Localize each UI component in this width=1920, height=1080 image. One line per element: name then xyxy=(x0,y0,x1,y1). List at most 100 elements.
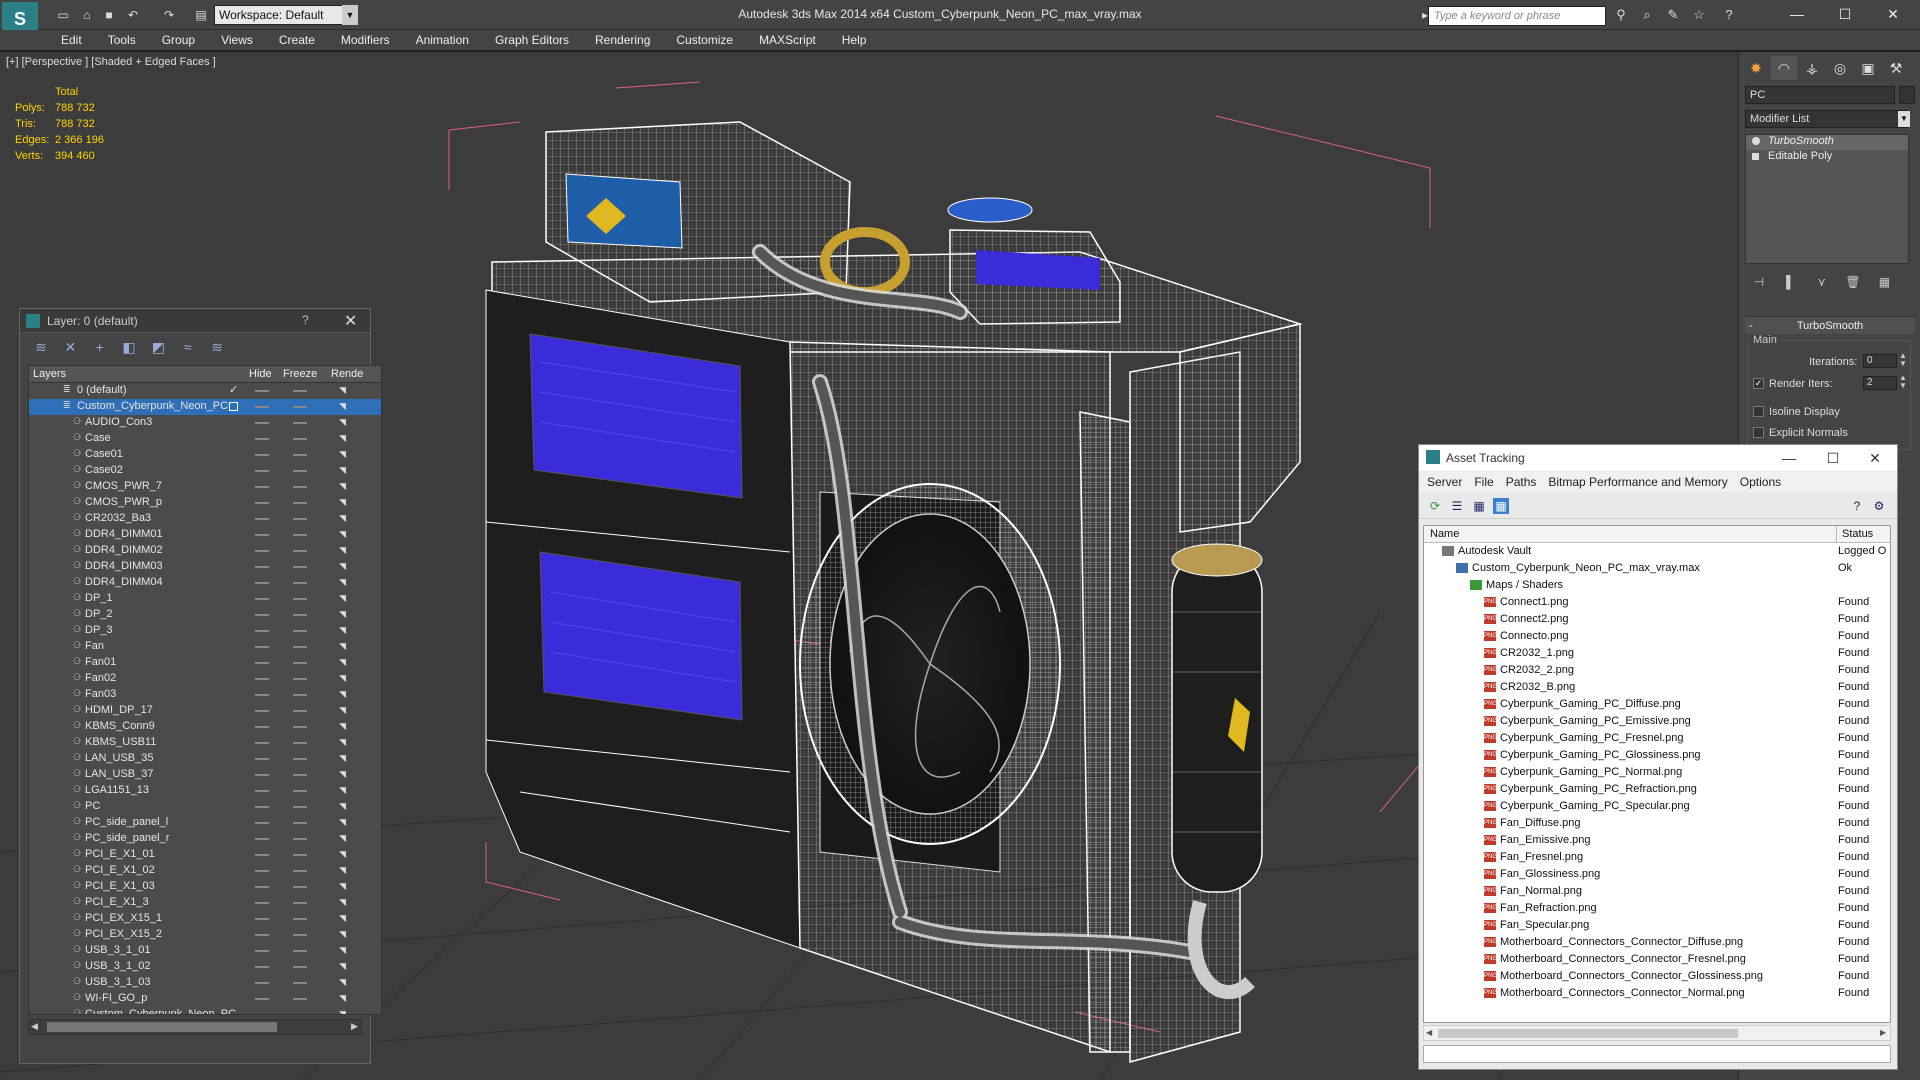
layer-row[interactable]: ⚆ DDR4_DIMM02 ◥ xyxy=(29,543,381,559)
select-objects-icon[interactable]: ◧ xyxy=(116,339,142,356)
layer-row[interactable]: ⚆ Fan03 ◥ xyxy=(29,687,381,703)
asset-row[interactable]: PNG Connect1.png Found xyxy=(1424,594,1890,611)
asset-row[interactable]: PNG Cyberpunk_Gaming_PC_Specular.png Found xyxy=(1424,798,1890,815)
asset-row[interactable]: Maps / Shaders xyxy=(1424,577,1890,594)
render-teapot-icon[interactable]: ◥ xyxy=(339,417,351,428)
layer-row[interactable]: ⚆ USB_3_1_01 ◥ xyxy=(29,943,381,959)
menu-maxscript[interactable]: MAXScript xyxy=(746,30,829,50)
freeze-toggle[interactable] xyxy=(293,774,307,776)
col-status[interactable]: Status xyxy=(1842,528,1873,540)
hide-toggle[interactable] xyxy=(255,822,269,824)
close-icon[interactable]: ✕ xyxy=(344,311,357,331)
layer-row[interactable]: ⚆ CMOS_PWR_7 ◥ xyxy=(29,479,381,495)
render-teapot-icon[interactable]: ◥ xyxy=(339,705,351,716)
undo-icon[interactable]: ↶ xyxy=(124,6,142,24)
freeze-toggle[interactable] xyxy=(293,854,307,856)
menu-paths[interactable]: Paths xyxy=(1500,472,1543,492)
stack-item-editable-poly[interactable]: Editable Poly xyxy=(1746,150,1908,165)
freeze-toggle[interactable] xyxy=(293,582,307,584)
star-icon[interactable]: ☆ xyxy=(1690,7,1708,23)
layer-row[interactable]: ⚆ PCI_E_X1_3 ◥ xyxy=(29,895,381,911)
hide-toggle[interactable] xyxy=(255,934,269,936)
workspace-dropdown[interactable]: Workspace: Default xyxy=(214,5,354,25)
layer-row[interactable]: ⚆ DP_3 ◥ xyxy=(29,623,381,639)
scroll-left-icon[interactable]: ◀ xyxy=(31,1021,38,1032)
freeze-toggle[interactable] xyxy=(293,550,307,552)
close-icon[interactable]: ✕ xyxy=(1855,447,1895,469)
layer-row[interactable]: ⚆ WI-FI_GO_p ◥ xyxy=(29,991,381,1007)
tree-view-icon[interactable]: ▦ xyxy=(1471,498,1487,514)
freeze-toggle[interactable] xyxy=(293,886,307,888)
set-current-box-icon[interactable] xyxy=(229,402,238,411)
hide-toggle[interactable] xyxy=(255,742,269,744)
freeze-toggle[interactable] xyxy=(293,950,307,952)
hide-toggle[interactable] xyxy=(255,966,269,968)
layer-row[interactable]: ⚆ USB_3_1_03 ◥ xyxy=(29,975,381,991)
render-teapot-icon[interactable]: ◥ xyxy=(339,945,351,956)
hide-toggle[interactable] xyxy=(255,614,269,616)
iterations-spinner[interactable]: 0 xyxy=(1863,354,1897,368)
render-teapot-icon[interactable]: ◥ xyxy=(339,801,351,812)
lightbulb-icon[interactable] xyxy=(1752,137,1760,145)
layer-row[interactable]: ⚆ DDR4_DIMM04 ◥ xyxy=(29,575,381,591)
layer-row[interactable]: ⚆ Case ◥ xyxy=(29,431,381,447)
list-view-icon[interactable]: ☰ xyxy=(1449,498,1465,514)
layer-row[interactable]: ⚆ PCI_EX_X15_1 ◥ xyxy=(29,911,381,927)
menu-views[interactable]: Views xyxy=(208,30,266,50)
asset-row[interactable]: PNG Cyberpunk_Gaming_PC_Emissive.png Found xyxy=(1424,713,1890,730)
hide-toggle[interactable] xyxy=(255,582,269,584)
render-teapot-icon[interactable]: ◥ xyxy=(339,849,351,860)
hide-toggle[interactable] xyxy=(255,518,269,520)
layer-row[interactable]: ⚆ PCI_E_X1_02 ◥ xyxy=(29,863,381,879)
maximize-icon[interactable]: ☐ xyxy=(1813,447,1853,469)
hide-toggle[interactable] xyxy=(255,454,269,456)
menu-edit[interactable]: Edit xyxy=(48,30,95,50)
layer-horizontal-scrollbar[interactable]: ◀ ▶ xyxy=(28,1019,362,1035)
hide-toggle[interactable] xyxy=(255,854,269,856)
render-teapot-icon[interactable]: ◥ xyxy=(339,529,351,540)
spinner-arrows-icon[interactable]: ▲ ▼ xyxy=(1899,374,1907,390)
asset-row[interactable]: PNG Motherboard_Connectors_Connector_Glos… xyxy=(1424,968,1890,985)
render-teapot-icon[interactable]: ◥ xyxy=(339,385,351,396)
remove-modifier-icon[interactable]: 🗑 xyxy=(1839,270,1867,294)
freeze-toggle[interactable] xyxy=(293,918,307,920)
layer-window-titlebar[interactable]: Layer: 0 (default) ? ✕ xyxy=(20,309,370,333)
render-teapot-icon[interactable]: ◥ xyxy=(339,689,351,700)
freeze-toggle[interactable] xyxy=(293,502,307,504)
menu-modifiers[interactable]: Modifiers xyxy=(328,30,403,50)
freeze-toggle[interactable] xyxy=(293,422,307,424)
display-tab-icon[interactable]: ▣ xyxy=(1855,56,1881,80)
hide-toggle[interactable] xyxy=(255,806,269,808)
layer-row[interactable]: ⚆ CMOS_PWR_p ◥ xyxy=(29,495,381,511)
show-end-result-icon[interactable]: ▌ xyxy=(1776,270,1804,294)
hide-toggle[interactable] xyxy=(255,870,269,872)
hide-toggle[interactable] xyxy=(255,630,269,632)
asset-row[interactable]: PNG CR2032_2.png Found xyxy=(1424,662,1890,679)
create-tab-icon[interactable]: ✸ xyxy=(1743,56,1769,80)
render-teapot-icon[interactable]: ◥ xyxy=(339,929,351,940)
freeze-toggle[interactable] xyxy=(293,470,307,472)
freeze-toggle[interactable] xyxy=(293,902,307,904)
project-folder-icon[interactable]: ▤ xyxy=(192,6,210,24)
freeze-toggle[interactable] xyxy=(293,822,307,824)
render-teapot-icon[interactable]: ◥ xyxy=(339,561,351,572)
layer-row[interactable]: ⚆ PCI_EX_X15_2 ◥ xyxy=(29,927,381,943)
asset-row[interactable]: PNG Fan_Diffuse.png Found xyxy=(1424,815,1890,832)
render-teapot-icon[interactable]: ◥ xyxy=(339,897,351,908)
object-color-swatch[interactable] xyxy=(1899,86,1915,104)
binoculars-icon[interactable]: ⚲ xyxy=(1612,7,1630,23)
utilities-tab-icon[interactable]: ⚒ xyxy=(1883,56,1909,80)
explicit-normals-checkbox[interactable] xyxy=(1753,427,1764,438)
freeze-toggle[interactable] xyxy=(293,598,307,600)
freeze-toggle[interactable] xyxy=(293,406,307,408)
render-teapot-icon[interactable]: ◥ xyxy=(339,433,351,444)
freeze-toggle[interactable] xyxy=(293,982,307,984)
layer-row[interactable]: ⚆ USB_3_1_02 ◥ xyxy=(29,959,381,975)
hide-toggle[interactable] xyxy=(255,902,269,904)
layer-row[interactable]: ⚆ Case01 ◥ xyxy=(29,447,381,463)
asset-row[interactable]: PNG CR2032_1.png Found xyxy=(1424,645,1890,662)
freeze-toggle[interactable] xyxy=(293,742,307,744)
hide-toggle[interactable] xyxy=(255,502,269,504)
freeze-toggle[interactable] xyxy=(293,870,307,872)
hide-toggle[interactable] xyxy=(255,918,269,920)
